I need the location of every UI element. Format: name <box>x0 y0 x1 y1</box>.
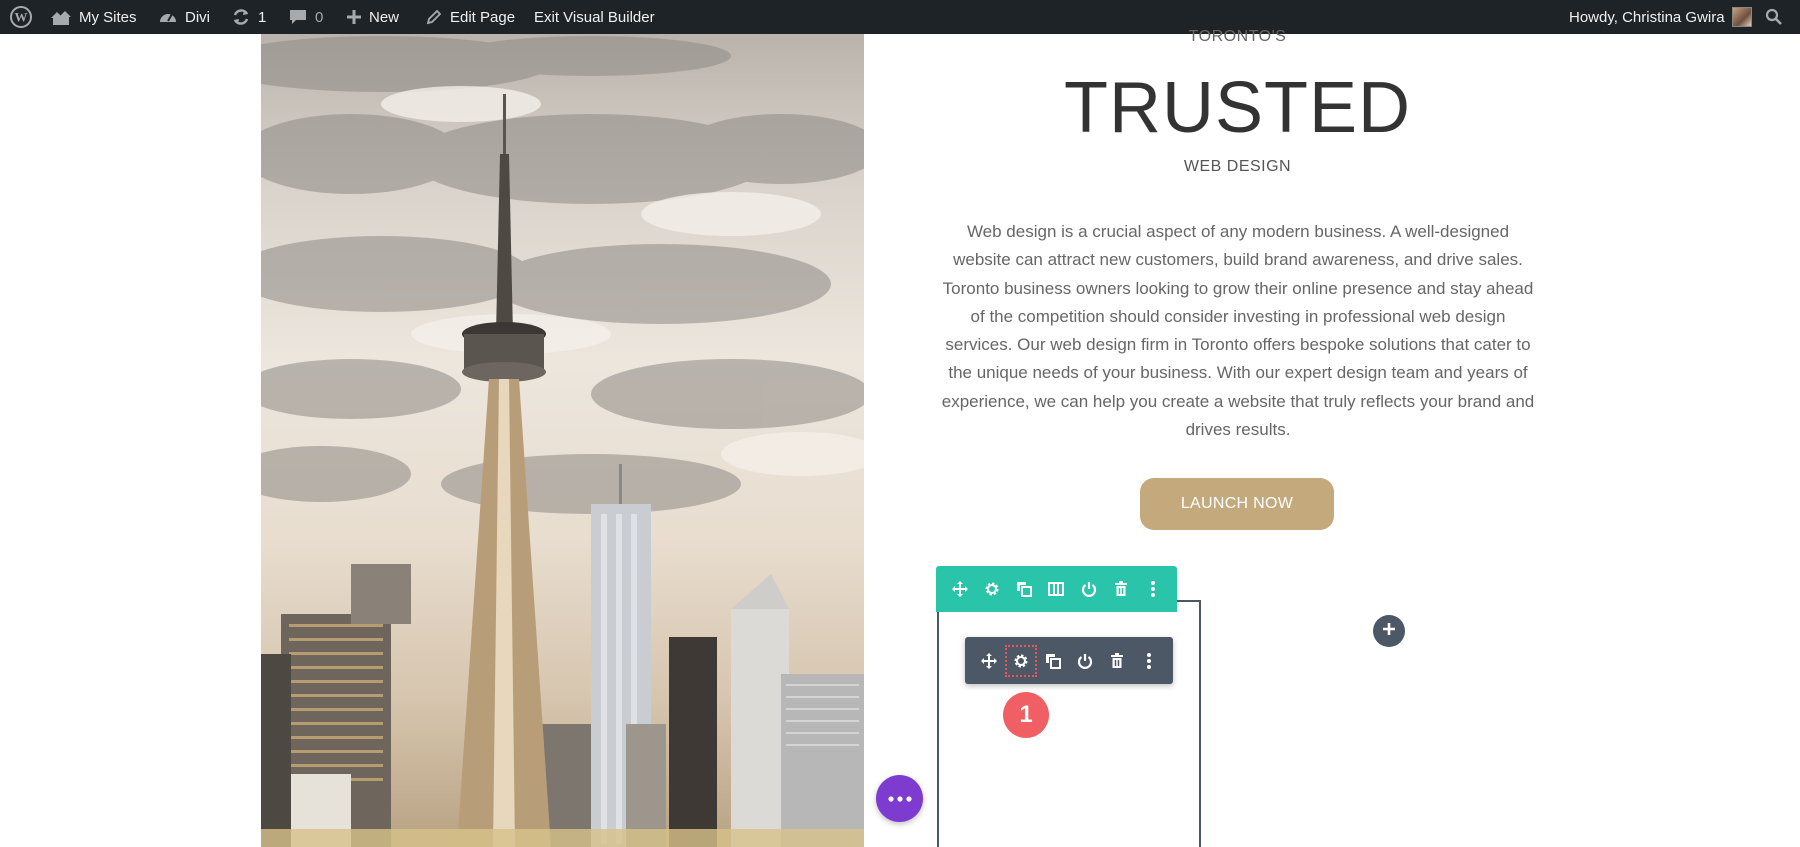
module-disable-button[interactable] <box>1072 648 1098 674</box>
dashboard-icon <box>158 8 178 26</box>
comments-count: 0 <box>315 8 324 26</box>
more-vertical-icon <box>1145 652 1153 670</box>
new-content-menu[interactable]: New <box>346 0 399 34</box>
row-move-button[interactable] <box>947 576 973 602</box>
wordpress-icon: W <box>10 6 32 28</box>
my-sites-menu[interactable]: My Sites <box>50 0 137 34</box>
add-module-button[interactable] <box>1373 615 1405 647</box>
module-more-button[interactable] <box>1136 648 1162 674</box>
row-duplicate-button[interactable] <box>1011 576 1037 602</box>
hero-body-text: Web design is a crucial aspect of any mo… <box>941 222 1535 440</box>
row-settings-button[interactable] <box>979 576 1005 602</box>
divi-menu[interactable]: Divi <box>158 0 210 34</box>
row-columns-button[interactable] <box>1043 576 1069 602</box>
comments-icon <box>288 7 308 27</box>
duplicate-icon <box>1015 580 1033 598</box>
exit-visual-builder-link[interactable]: Exit Visual Builder <box>534 0 655 34</box>
row-more-button[interactable] <box>1140 576 1166 602</box>
howdy-label: Howdy, Christina Gwira <box>1569 8 1725 26</box>
svg-text:W: W <box>15 10 28 25</box>
row-toolbar <box>936 566 1177 612</box>
account-menu[interactable]: Howdy, Christina Gwira <box>1569 0 1752 34</box>
my-sites-icon <box>50 8 72 26</box>
gear-icon <box>1012 652 1030 670</box>
move-icon <box>951 580 969 598</box>
exit-builder-label: Exit Visual Builder <box>534 8 655 26</box>
module-toolbar <box>965 637 1173 684</box>
hero-kicker: TORONTO'S <box>1188 28 1287 45</box>
updates-icon <box>231 7 251 27</box>
hero-headline: TRUSTED <box>1064 68 1411 148</box>
row-delete-button[interactable] <box>1108 576 1134 602</box>
plus-icon <box>1382 622 1396 641</box>
more-horizontal-icon <box>887 790 913 808</box>
divi-label: Divi <box>185 8 210 26</box>
step-callout-badge: 1 <box>1003 692 1049 738</box>
gear-icon <box>983 580 1001 598</box>
trash-icon <box>1108 652 1126 670</box>
duplicate-icon <box>1044 652 1062 670</box>
module-delete-button[interactable] <box>1104 648 1130 674</box>
edit-page-link[interactable]: Edit Page <box>425 0 515 34</box>
row-disable-button[interactable] <box>1076 576 1102 602</box>
edit-page-label: Edit Page <box>450 8 516 26</box>
plus-icon <box>346 9 362 25</box>
trash-icon <box>1112 580 1130 598</box>
updates-menu[interactable]: 1 <box>231 0 266 34</box>
wp-logo-menu[interactable]: W <box>10 0 32 34</box>
hero-subhead: WEB DESIGN <box>1183 158 1292 175</box>
power-icon <box>1080 580 1098 598</box>
admin-search[interactable] <box>1765 0 1783 34</box>
avatar <box>1731 7 1752 27</box>
move-icon <box>980 652 998 670</box>
launch-now-button[interactable]: LAUNCH NOW <box>1140 478 1334 530</box>
module-move-button[interactable] <box>976 648 1002 674</box>
my-sites-label: My Sites <box>79 8 137 26</box>
search-icon <box>1765 8 1783 26</box>
comments-menu[interactable]: 0 <box>288 0 323 34</box>
hero-image <box>261 34 864 847</box>
updates-count: 1 <box>258 8 267 26</box>
pencil-icon <box>425 8 443 26</box>
module-duplicate-button[interactable] <box>1040 648 1066 674</box>
more-vertical-icon <box>1149 580 1157 598</box>
module-settings-button[interactable] <box>1005 644 1037 677</box>
page-settings-button[interactable] <box>876 775 923 822</box>
columns-icon <box>1047 580 1065 598</box>
new-label: New <box>369 8 400 26</box>
power-icon <box>1076 652 1094 670</box>
